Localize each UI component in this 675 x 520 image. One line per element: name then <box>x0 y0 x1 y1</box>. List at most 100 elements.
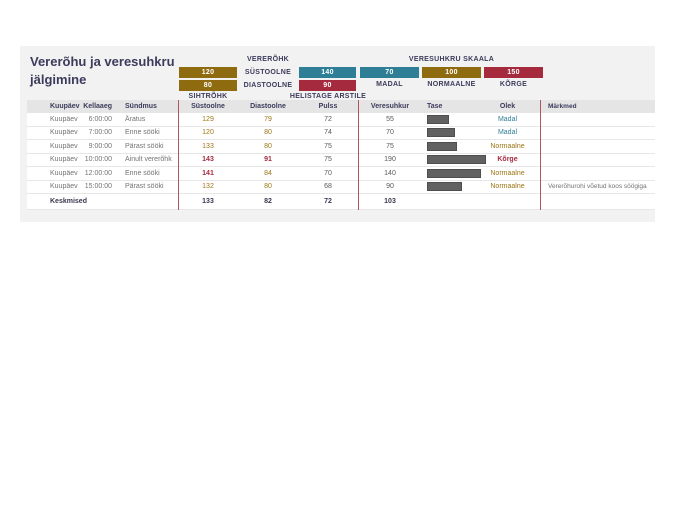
cell-systolic[interactable]: 143 <box>178 156 238 163</box>
cell-bloodsugar[interactable]: 75 <box>358 143 422 150</box>
cell-status[interactable]: Kõrge <box>475 156 540 163</box>
target-diastolic-box[interactable]: 80 <box>179 80 237 91</box>
averages-label: Keskmised <box>50 198 87 205</box>
bp-section-heading: VERERÕHK <box>246 56 290 63</box>
call-doctor-systolic-box[interactable]: 140 <box>299 67 356 78</box>
cell-status[interactable]: Normaalne <box>475 183 540 190</box>
cell-event[interactable]: Enne sööki <box>115 129 178 136</box>
cell-diastolic[interactable]: 80 <box>238 129 298 136</box>
header-systolic: Süstoolne <box>191 103 225 110</box>
cell-bloodsugar[interactable]: 55 <box>358 116 422 123</box>
cell-status[interactable]: Madal <box>475 116 540 123</box>
sugar-low-label: MADAL <box>376 81 403 88</box>
table-row: Kuupäev 12:00:00 Enne sööki 141 84 70 14… <box>27 167 655 181</box>
cell-pulse[interactable]: 70 <box>298 170 358 177</box>
cell-event[interactable]: Pärast sööki <box>115 183 178 190</box>
cell-time[interactable]: 10:00:00 <box>80 156 115 163</box>
call-doctor-diastolic-box[interactable]: 90 <box>299 80 356 91</box>
cell-time[interactable]: 9:00:00 <box>80 143 115 150</box>
level-bar <box>427 168 481 178</box>
table-row: Kuupäev 10:00:00 Ainult vererõhk 143 91 … <box>27 153 655 167</box>
cell-diastolic[interactable]: 84 <box>238 170 298 177</box>
sugar-normal-box[interactable]: 100 <box>422 67 481 78</box>
cell-level <box>422 141 475 151</box>
cell-status[interactable]: Madal <box>475 129 540 136</box>
header-event: Sündmus <box>125 103 157 110</box>
averages-row: Keskmised 133 82 72 103 <box>27 194 655 210</box>
cell-diastolic[interactable]: 80 <box>238 183 298 190</box>
table-body: Kuupäev 6:00:00 Äratus 129 79 72 55 Mada… <box>27 113 655 194</box>
table-row: Kuupäev 7:00:00 Enne sööki 120 80 74 70 … <box>27 126 655 140</box>
level-bar <box>427 182 462 192</box>
workbook-page: Vererõhu ja veresuhkru jälgimine VERERÕH… <box>0 0 675 520</box>
sugar-normal-label: NORMAALNE <box>427 81 476 88</box>
target-label: SIHTRÕHK <box>188 93 228 100</box>
cell-level <box>422 155 486 165</box>
column-divider <box>178 100 179 210</box>
level-bar <box>427 141 457 151</box>
cell-date[interactable]: Kuupäev <box>27 170 80 177</box>
header-pulse: Pulss <box>318 103 338 110</box>
sugar-low-box[interactable]: 70 <box>360 67 419 78</box>
cell-event[interactable]: Enne sööki <box>115 170 178 177</box>
average-diastolic: 82 <box>264 198 272 205</box>
cell-event[interactable]: Ainult vererõhk <box>115 156 178 163</box>
table-row: Kuupäev 15:00:00 Pärast sööki 132 80 68 … <box>27 180 655 194</box>
cell-time[interactable]: 6:00:00 <box>80 116 115 123</box>
average-pulse: 72 <box>324 198 332 205</box>
cell-level <box>422 114 475 124</box>
cell-bloodsugar[interactable]: 140 <box>358 170 422 177</box>
cell-date[interactable]: Kuupäev <box>27 116 80 123</box>
cell-systolic[interactable]: 132 <box>178 183 238 190</box>
cell-systolic[interactable]: 129 <box>178 116 238 123</box>
cell-systolic[interactable]: 120 <box>178 129 238 136</box>
sugar-high-box[interactable]: 150 <box>484 67 543 78</box>
target-systolic-box[interactable]: 120 <box>179 67 237 78</box>
cell-date[interactable]: Kuupäev <box>27 156 80 163</box>
cell-pulse[interactable]: 74 <box>298 129 358 136</box>
cell-time[interactable]: 15:00:00 <box>80 183 115 190</box>
header-date: Kuupäev <box>50 103 80 110</box>
column-divider <box>540 100 541 210</box>
call-doctor-label: HELISTAGE ARSTILE <box>289 93 367 100</box>
cell-date[interactable]: Kuupäev <box>27 183 80 190</box>
cell-diastolic[interactable]: 91 <box>238 156 298 163</box>
cell-pulse[interactable]: 68 <box>298 183 358 190</box>
table-row: Kuupäev 9:00:00 Pärast sööki 133 80 75 7… <box>27 140 655 154</box>
page-title: Vererõhu ja veresuhkru jälgimine <box>30 54 175 87</box>
cell-diastolic[interactable]: 80 <box>238 143 298 150</box>
cell-time[interactable]: 7:00:00 <box>80 129 115 136</box>
systolic-label: SÜSTOOLNE <box>244 69 292 76</box>
cell-systolic[interactable]: 133 <box>178 143 238 150</box>
header-status: Olek <box>499 103 516 110</box>
cell-level <box>422 168 481 178</box>
cell-pulse[interactable]: 75 <box>298 143 358 150</box>
cell-bloodsugar[interactable]: 190 <box>358 156 422 163</box>
header-notes: Märkmed <box>548 103 577 110</box>
cell-bloodsugar[interactable]: 90 <box>358 183 422 190</box>
cell-diastolic[interactable]: 79 <box>238 116 298 123</box>
cell-event[interactable]: Pärast sööki <box>115 143 178 150</box>
cell-status[interactable]: Normaalne <box>475 170 540 177</box>
cell-notes[interactable]: Vererõhurohi võetud koos söögiga <box>540 183 655 190</box>
average-systolic: 133 <box>202 198 214 205</box>
cell-pulse[interactable]: 75 <box>298 156 358 163</box>
cell-bloodsugar[interactable]: 70 <box>358 129 422 136</box>
cell-date[interactable]: Kuupäev <box>27 143 80 150</box>
cell-date[interactable]: Kuupäev <box>27 129 80 136</box>
cell-level <box>422 128 475 138</box>
cell-status[interactable]: Normaalne <box>475 143 540 150</box>
column-divider <box>358 100 359 210</box>
cell-systolic[interactable]: 141 <box>178 170 238 177</box>
table-header-row: Kuupäev Kellaaeg Sündmus Süstoolne Diast… <box>27 100 655 113</box>
table-row: Kuupäev 6:00:00 Äratus 129 79 72 55 Mada… <box>27 113 655 127</box>
header-time: Kellaaeg <box>83 103 112 110</box>
level-bar <box>427 114 449 124</box>
sugar-section-heading: VERESUHKRU SKAALA <box>408 56 495 63</box>
cell-time[interactable]: 12:00:00 <box>80 170 115 177</box>
average-bloodsugar: 103 <box>384 198 396 205</box>
cell-pulse[interactable]: 72 <box>298 116 358 123</box>
level-bar <box>427 128 455 138</box>
cell-event[interactable]: Äratus <box>115 116 178 123</box>
diastolic-label: DIASTOOLNE <box>243 82 293 89</box>
